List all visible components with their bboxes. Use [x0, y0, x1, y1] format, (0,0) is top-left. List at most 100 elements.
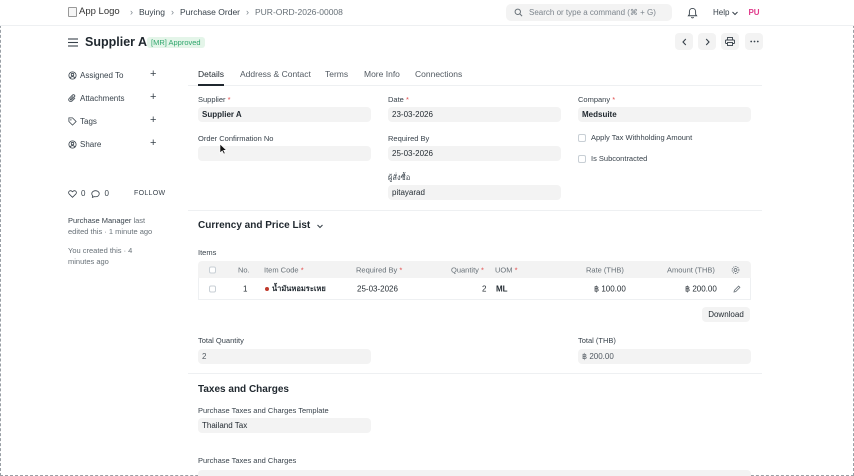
taxes-section-title: Taxes and Charges	[198, 384, 289, 395]
section-divider	[188, 373, 762, 374]
checkbox[interactable]	[578, 154, 586, 163]
tab-terms[interactable]: Terms	[325, 69, 348, 79]
buyer-label: ผู้สั่งซื้อ	[388, 173, 411, 182]
taxes-template-field[interactable]: Thailand Tax	[198, 418, 371, 433]
tab-connections[interactable]: Connections	[415, 69, 462, 79]
activity-created: You created this · 4 minutes ago	[68, 246, 133, 266]
required-by-field[interactable]: 25-03-2026	[388, 146, 561, 161]
sidebar-item-label: Attachments	[80, 94, 125, 103]
table-header: No. Item Code * Required By * Quantity *…	[198, 261, 751, 278]
comment-icon[interactable]	[91, 189, 101, 198]
app-logo-alt: App Logo	[79, 6, 120, 17]
help-menu[interactable]: Help	[713, 8, 739, 17]
plus-icon[interactable]: +	[150, 137, 156, 149]
currency-section-toggle[interactable]: Currency and Price List	[198, 220, 324, 231]
follow-button[interactable]: FOLLOW	[134, 190, 165, 197]
taxes-table-label: Purchase Taxes and Charges	[198, 456, 297, 465]
taxes-template-label: Purchase Taxes and Charges Template	[198, 406, 329, 415]
breadcrumb-buying[interactable]: Buying	[139, 7, 165, 17]
tab-more-info[interactable]: More Info	[364, 69, 400, 79]
chevron-down-icon	[317, 224, 324, 228]
download-button[interactable]: Download	[702, 307, 750, 322]
avatar[interactable]: PU	[746, 5, 762, 19]
row-quantity[interactable]: 2	[482, 284, 486, 293]
print-button[interactable]	[721, 33, 739, 50]
table-row[interactable]: 1 น้ำมันหอมระเหย 25-03-2026 2 ML ฿ 100.0…	[198, 278, 751, 300]
apply-tax-withholding-checkbox[interactable]: Apply Tax Withholding Amount	[578, 133, 692, 142]
breadcrumb: › Buying › Purchase Order › PUR-ORD-2026…	[124, 7, 343, 17]
supplier-field[interactable]: Supplier A	[198, 107, 371, 122]
is-subcontracted-label: Is Subcontracted	[591, 154, 648, 163]
row-checkbox[interactable]	[209, 285, 216, 292]
total-quantity-label: Total Quantity	[198, 336, 244, 345]
breadcrumb-current[interactable]: PUR-ORD-2026-00008	[255, 7, 343, 17]
sidebar-item-label: Tags	[80, 117, 97, 126]
app-logo[interactable]: App Logo	[68, 6, 120, 17]
items-table: No. Item Code * Required By * Quantity *…	[198, 261, 751, 300]
sidebar-item-tags[interactable]: Tags +	[68, 114, 160, 126]
apply-tax-withholding-label: Apply Tax Withholding Amount	[591, 133, 693, 142]
company-field[interactable]: Medsuite	[578, 107, 751, 122]
header-rate: Rate (THB)	[586, 265, 624, 274]
row-rate[interactable]: ฿ 100.00	[594, 284, 626, 293]
supplier-label: Supplier *	[198, 95, 231, 104]
activity-actor[interactable]: Purchase Manager	[68, 216, 131, 225]
sidebar-item-attachments[interactable]: Attachments +	[68, 91, 160, 103]
header-uom: UOM *	[495, 265, 518, 274]
more-actions-button[interactable]	[745, 33, 763, 50]
search-input[interactable]: Search or type a command (⌘ + G)	[506, 4, 672, 21]
row-uom[interactable]: ML	[496, 284, 508, 293]
sidebar-item-label: Assigned To	[80, 71, 124, 80]
likes-count: 0	[81, 189, 86, 198]
active-tab-indicator	[198, 84, 224, 86]
breadcrumb-purchase-order[interactable]: Purchase Order	[180, 7, 240, 17]
previous-doc-button[interactable]	[675, 33, 693, 50]
order-confirmation-label: Order Confirmation No	[198, 134, 274, 143]
status-dot-icon	[265, 286, 269, 291]
assign-icon	[68, 71, 77, 80]
select-all-checkbox[interactable]	[209, 266, 216, 273]
header-required-by: Required By *	[356, 265, 403, 274]
hamburger-icon[interactable]	[68, 38, 78, 47]
tab-address-contact[interactable]: Address & Contact	[240, 69, 311, 79]
checkbox[interactable]	[578, 133, 586, 142]
share-icon	[68, 140, 77, 149]
tag-icon	[68, 117, 77, 126]
bell-icon[interactable]	[687, 7, 698, 19]
chevron-right-icon: ›	[130, 7, 133, 17]
page-title: Supplier A	[85, 35, 148, 49]
header-no: No.	[238, 265, 250, 274]
form-tabs: Details Address & Contact Terms More Inf…	[188, 60, 762, 86]
section-divider	[188, 210, 762, 211]
tab-details[interactable]: Details	[198, 69, 224, 79]
edit-pencil-icon[interactable]	[733, 285, 741, 293]
plus-icon[interactable]: +	[150, 91, 156, 103]
row-item-code[interactable]: น้ำมันหอมระเหย	[265, 283, 326, 295]
chevron-left-icon	[681, 38, 686, 45]
sidebar-item-assigned-to[interactable]: Assigned To +	[68, 68, 160, 80]
sidebar-item-share[interactable]: Share +	[68, 137, 160, 149]
heart-icon[interactable]	[68, 189, 77, 198]
chevron-right-icon	[705, 38, 710, 45]
buyer-field[interactable]: pitayarad	[388, 185, 561, 200]
row-required-by[interactable]: 25-03-2026	[357, 284, 398, 293]
navbar: App Logo › Buying › Purchase Order › PUR…	[0, 0, 854, 26]
date-field[interactable]: 23-03-2026	[388, 107, 561, 122]
search-placeholder: Search or type a command (⌘ + G)	[529, 8, 656, 17]
total-label: Total (THB)	[578, 336, 616, 345]
header-amount: Amount (THB)	[667, 265, 715, 274]
header-item-code: Item Code *	[264, 265, 304, 274]
header-quantity: Quantity *	[451, 265, 484, 274]
settings-gear-icon[interactable]	[731, 265, 740, 274]
status-badge: [MR] Approved	[147, 37, 205, 48]
paperclip-icon	[68, 94, 76, 103]
plus-icon[interactable]: +	[150, 114, 156, 126]
search-icon	[514, 8, 523, 17]
printer-icon	[725, 37, 735, 46]
comments-count: 0	[104, 189, 109, 198]
is-subcontracted-checkbox[interactable]: Is Subcontracted	[578, 154, 647, 163]
broken-image-icon	[68, 6, 77, 17]
more-horizontal-icon	[749, 40, 759, 43]
next-doc-button[interactable]	[698, 33, 716, 50]
plus-icon[interactable]: +	[150, 68, 156, 80]
